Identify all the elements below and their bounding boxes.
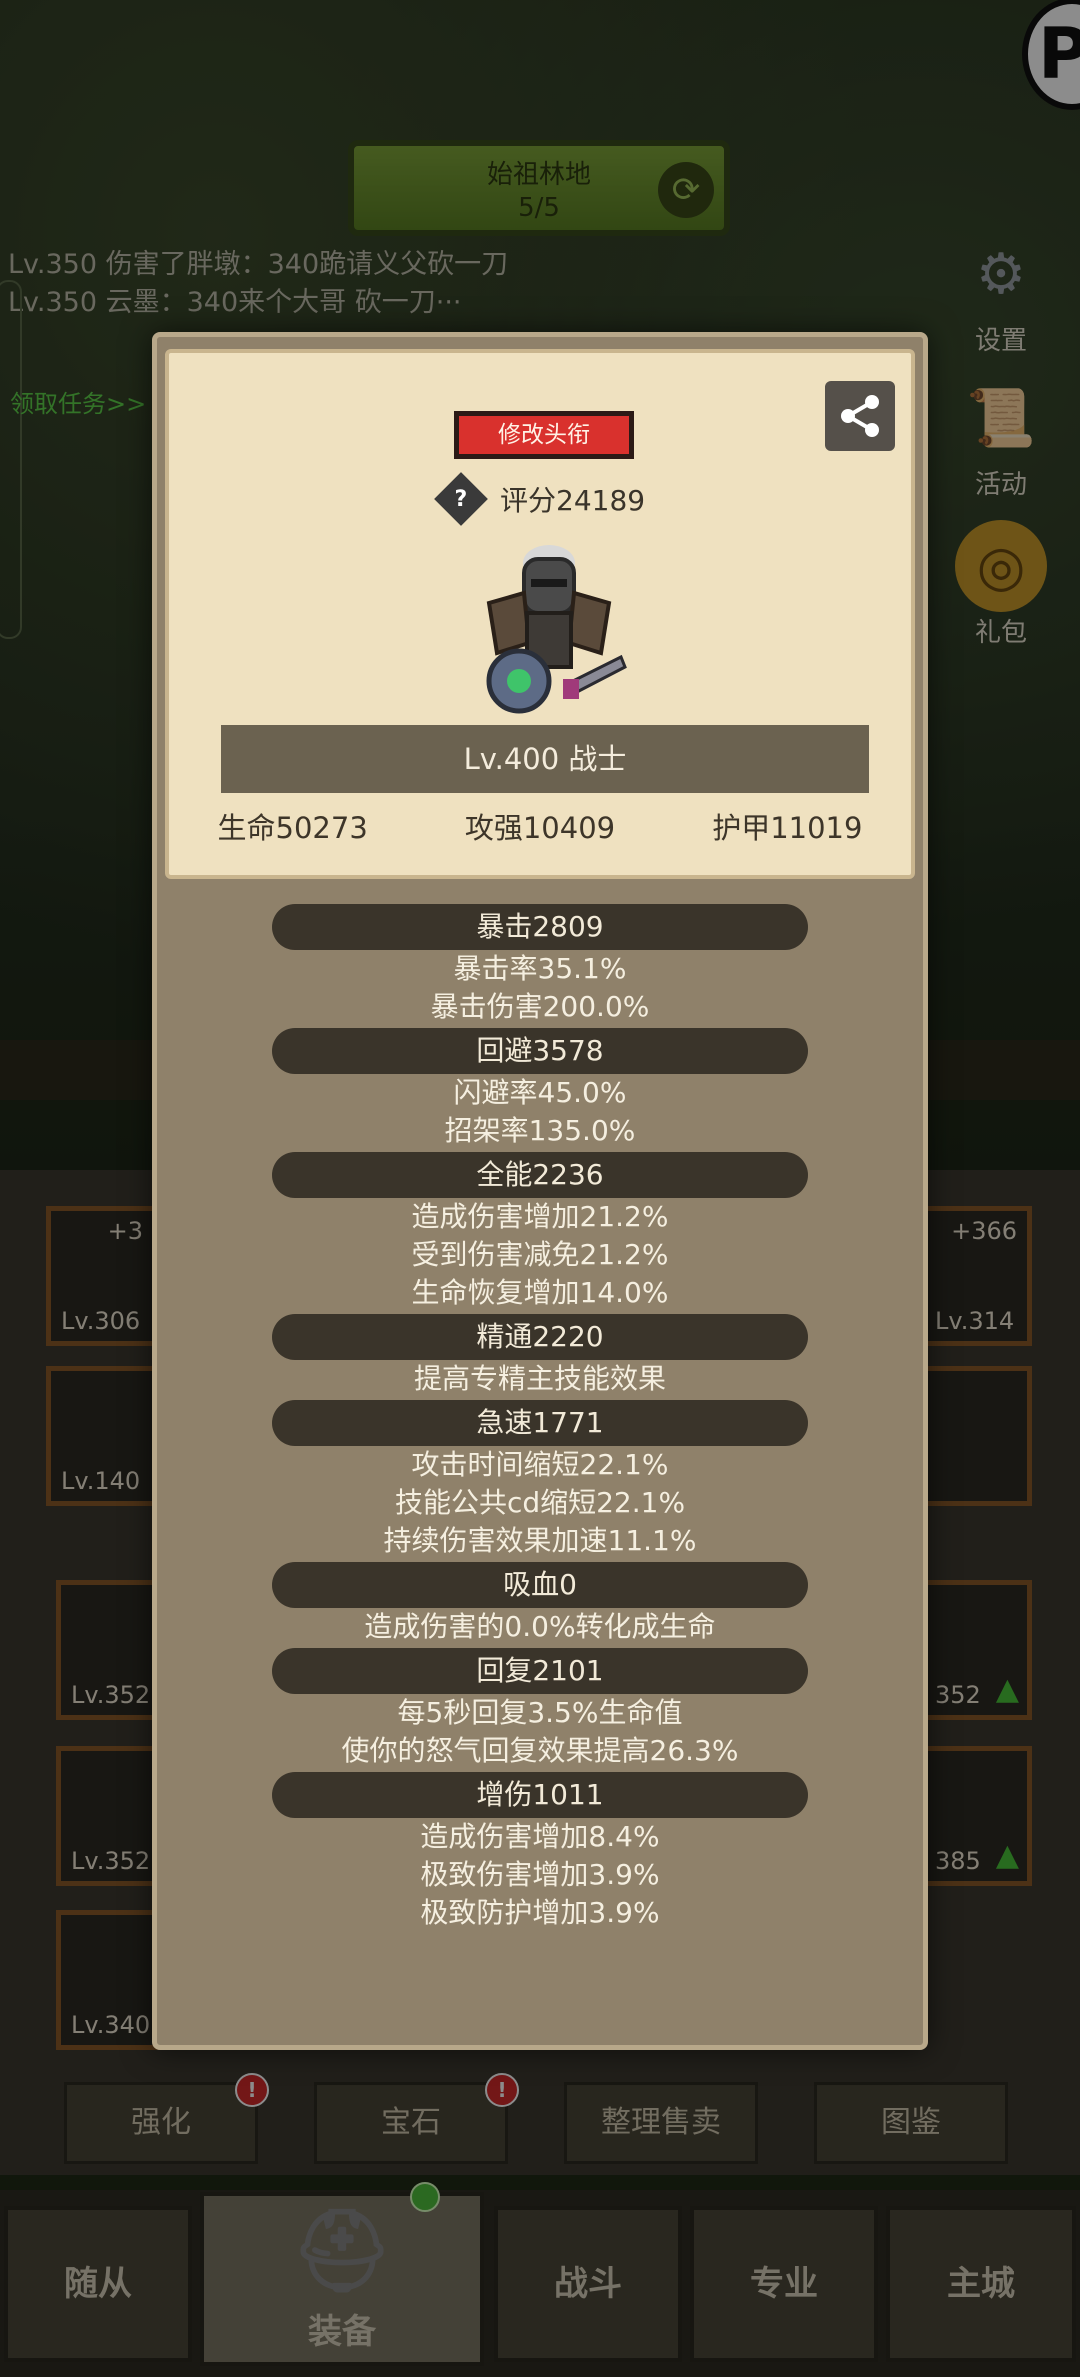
attr-line: 持续伤害效果加速11.1% (383, 1524, 697, 1557)
attr-line: 提高专精主技能效果 (413, 1362, 666, 1395)
character-stats-popup: 修改头衔 ? 评分24189 Lv.400 战士 生命50273 攻强10409… (152, 332, 928, 2050)
attr-line: 攻击时间缩短22.1% (411, 1448, 669, 1481)
attr-haste: 急速1771 攻击时间缩短22.1% 技能公共cd缩短22.1% 持续伤害效果加… (157, 1400, 923, 1560)
attr-line: 造成伤害的0.0%转化成生命 (364, 1610, 716, 1643)
attr-versatility: 全能2236 造成伤害增加21.2% 受到伤害减免21.2% 生命恢复增加14.… (157, 1152, 923, 1312)
attr-line: 极致防护增加3.9% (420, 1896, 660, 1929)
attr-line: 造成伤害增加21.2% (411, 1200, 669, 1233)
question-icon[interactable]: ? (434, 472, 488, 526)
attr-mastery: 精通2220 提高专精主技能效果 (157, 1314, 923, 1398)
attr-header: 吸血0 (272, 1562, 808, 1608)
warrior-portrait (486, 545, 627, 714)
attr-header: 增伤1011 (272, 1772, 808, 1818)
attr-header: 回复2101 (272, 1648, 808, 1694)
attr-header: 暴击2809 (272, 904, 808, 950)
change-title-button[interactable]: 修改头衔 (454, 411, 634, 459)
attr-line: 暴击率35.1% (453, 952, 627, 985)
attr-header: 全能2236 (272, 1152, 808, 1198)
attribute-list: 暴击2809 暴击率35.1% 暴击伤害200.0% 回避3578 闪避率45.… (157, 904, 923, 1934)
attr-line: 受到伤害减免21.2% (411, 1238, 669, 1271)
attr-line: 招架率135.0% (444, 1114, 636, 1147)
attr-line: 闪避率45.0% (453, 1076, 627, 1109)
attr-line: 技能公共cd缩短22.1% (394, 1486, 686, 1519)
attr-line: 每5秒回复3.5%生命值 (397, 1696, 683, 1729)
attr-line: 生命恢复增加14.0% (411, 1276, 669, 1309)
level-class-bar: Lv.400 战士 (221, 725, 869, 793)
attr-line: 暴击伤害200.0% (430, 990, 650, 1023)
attr-header: 急速1771 (272, 1400, 808, 1446)
attr-regen: 回复2101 每5秒回复3.5%生命值 使你的怒气回复效果提高26.3% (157, 1648, 923, 1770)
attr-header: 精通2220 (272, 1314, 808, 1360)
hp-stat: 生命50273 (217, 811, 368, 845)
attr-line: 造成伤害增加8.4% (420, 1820, 660, 1853)
attr-dodge: 回避3578 闪避率45.0% 招架率135.0% (157, 1028, 923, 1150)
attack-stat: 攻强10409 (464, 811, 616, 845)
attr-line: 极致伤害增加3.9% (420, 1858, 660, 1891)
share-button[interactable] (825, 381, 895, 451)
score-row: ? 评分24189 (434, 472, 646, 526)
attr-crit: 暴击2809 暴击率35.1% 暴击伤害200.0% (157, 904, 923, 1026)
attr-lifesteal: 吸血0 造成伤害的0.0%转化成生命 (157, 1562, 923, 1646)
attr-line: 使你的怒气回复效果提高26.3% (341, 1734, 739, 1767)
attr-damage-boost: 增伤1011 造成伤害增加8.4% 极致伤害增加3.9% 极致防护增加3.9% (157, 1772, 923, 1932)
armor-stat: 护甲11019 (712, 811, 863, 845)
character-card: 修改头衔 ? 评分24189 Lv.400 战士 生命50273 攻强10409… (165, 349, 915, 879)
attr-header: 回避3578 (272, 1028, 808, 1074)
basic-stats: 生命50273 攻强10409 护甲11019 (169, 805, 911, 847)
share-icon (841, 395, 879, 437)
score-value: 评分24189 (500, 484, 646, 517)
